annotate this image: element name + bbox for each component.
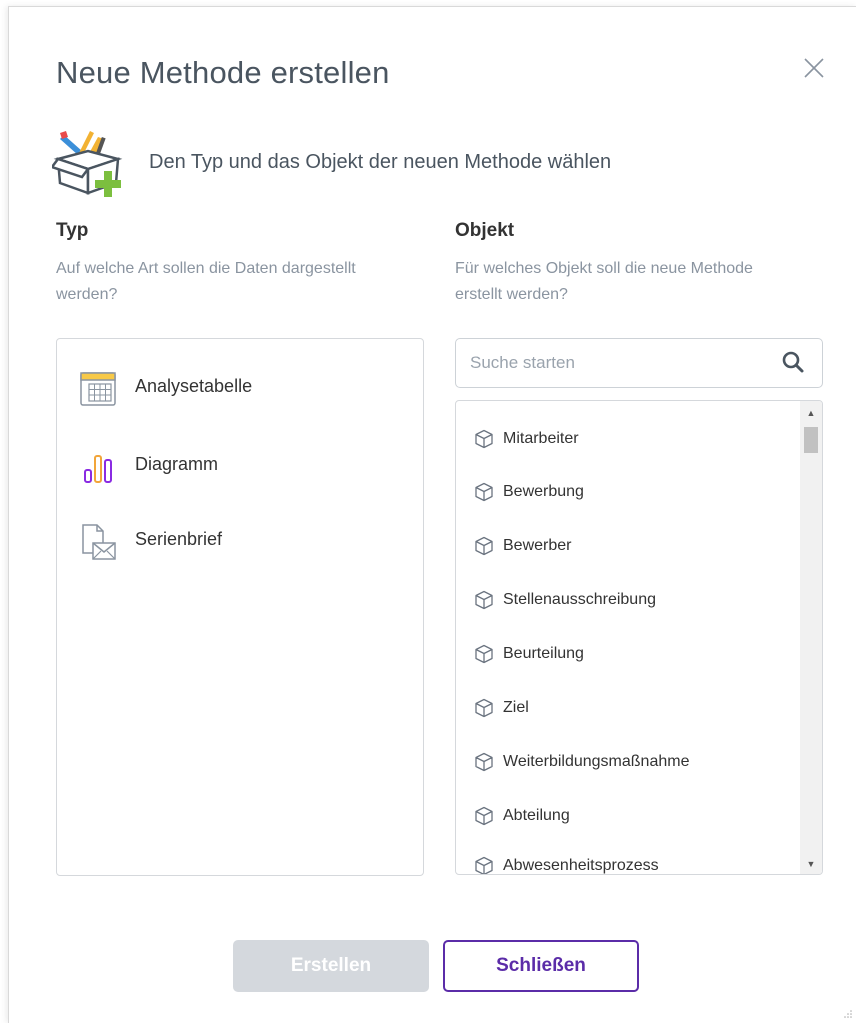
cube-icon <box>475 482 493 502</box>
type-item-diagramm[interactable]: Diagramm <box>57 442 423 488</box>
bar-chart-icon <box>84 455 112 483</box>
object-list: Mitarbeiter Bewerbung Bewerber Stellenau… <box>455 400 823 875</box>
list-item-label: Mitarbeiter <box>503 430 579 447</box>
list-item[interactable]: Ziel <box>456 692 796 724</box>
list-item-label: Abwesenheitsprozess <box>503 857 659 874</box>
list-scrollbar[interactable]: ▲ ▼ <box>800 401 822 874</box>
list-item[interactable]: Abteilung <box>456 800 796 832</box>
list-item[interactable]: Beurteilung <box>456 638 796 670</box>
cube-icon <box>475 590 493 610</box>
object-description: Für welches Objekt soll die neue Methode… <box>455 260 753 303</box>
cube-icon <box>475 698 493 718</box>
mail-document-icon <box>82 524 116 560</box>
close-button[interactable] <box>800 54 828 82</box>
object-heading: Objekt <box>455 220 515 241</box>
list-item[interactable]: Abwesenheitsprozess <box>456 850 796 874</box>
object-search <box>455 338 823 388</box>
close-dialog-button[interactable]: Schließen <box>443 940 639 992</box>
cube-icon <box>475 429 493 449</box>
close-icon <box>804 58 824 78</box>
type-item-analysetabelle[interactable]: Analysetabelle <box>57 364 423 410</box>
type-item-serienbrief[interactable]: Serienbrief <box>57 517 423 563</box>
type-description: Auf welche Art sollen die Daten dargeste… <box>56 260 356 303</box>
new-method-dialog: Neue Methode erstellen Den Typ und das O… <box>8 6 856 1023</box>
type-item-label: Analysetabelle <box>135 376 253 396</box>
list-item[interactable]: Bewerber <box>456 530 796 562</box>
cube-icon <box>475 644 493 664</box>
dialog-title: Neue Methode erstellen <box>56 55 390 90</box>
list-item-label: Bewerber <box>503 537 572 554</box>
toolbox-add-icon <box>52 131 123 197</box>
search-icon[interactable] <box>781 350 805 374</box>
list-item-label: Weiterbildungsmaßnahme <box>503 753 690 770</box>
search-input[interactable] <box>468 349 772 377</box>
list-item-label: Beurteilung <box>503 645 584 662</box>
cube-icon <box>475 806 493 826</box>
scroll-up-arrow-icon[interactable]: ▲ <box>800 405 822 421</box>
scroll-thumb[interactable] <box>804 427 818 453</box>
list-item-label: Abteilung <box>503 807 570 824</box>
resize-grip-icon[interactable] <box>843 1009 853 1019</box>
cube-icon <box>475 536 493 556</box>
list-item[interactable]: Stellenausschreibung <box>456 584 796 616</box>
list-item-label: Bewerbung <box>503 483 584 500</box>
list-item[interactable]: Bewerbung <box>456 476 796 508</box>
list-item[interactable]: Weiterbildungsmaßnahme <box>456 746 796 778</box>
dialog-subtitle: Den Typ und das Objekt der neuen Methode… <box>149 151 612 173</box>
type-item-label: Diagramm <box>135 454 219 474</box>
type-list: Analysetabelle Diagramm Serienbrief <box>56 338 424 876</box>
scroll-down-arrow-icon[interactable]: ▼ <box>800 856 822 872</box>
list-item-label: Ziel <box>503 699 529 716</box>
type-heading: Typ <box>56 220 89 241</box>
list-item-label: Stellenausschreibung <box>503 591 656 608</box>
list-item[interactable]: Mitarbeiter <box>456 423 796 455</box>
cube-icon <box>475 856 493 874</box>
cube-icon <box>475 752 493 772</box>
type-item-label: Serienbrief <box>135 529 223 549</box>
backdrop <box>0 0 8 1022</box>
create-button[interactable]: Erstellen <box>233 940 429 992</box>
table-icon <box>80 372 116 406</box>
